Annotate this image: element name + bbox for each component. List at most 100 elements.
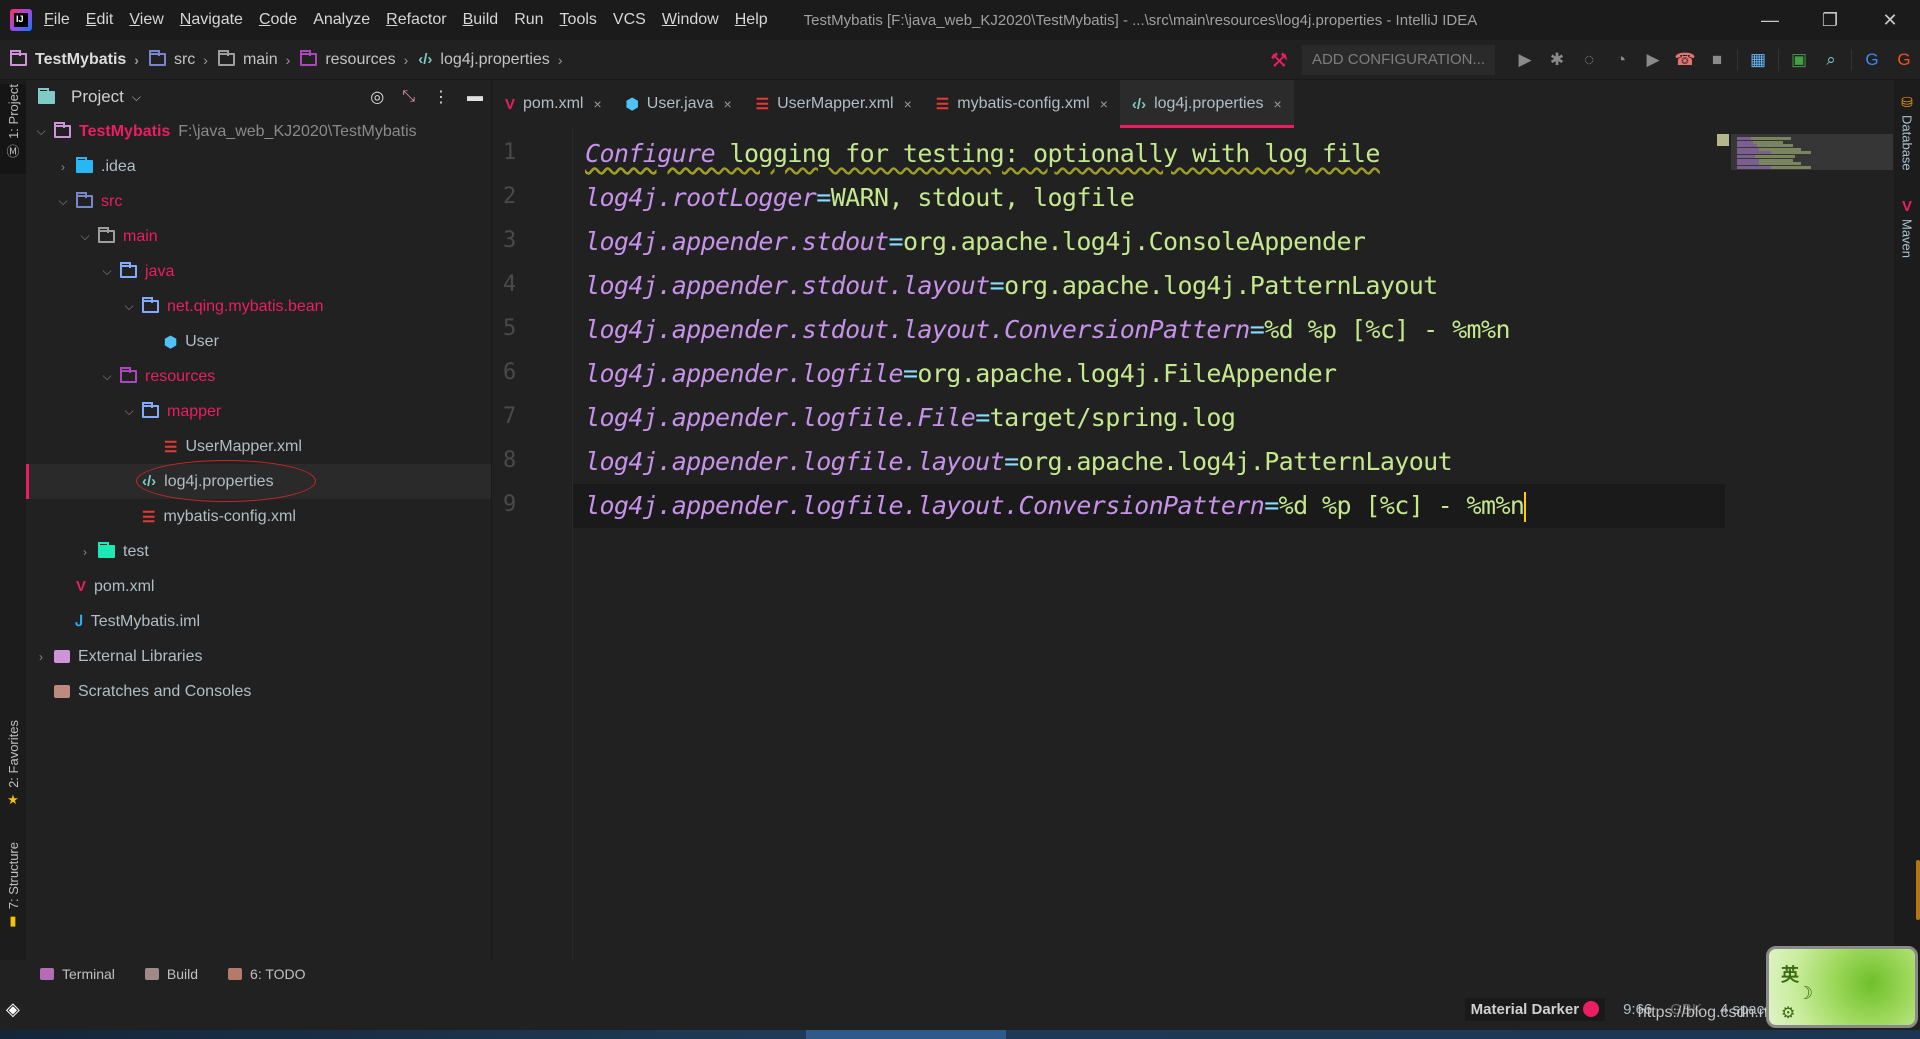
tree-item[interactable]: ›‹/›log4j.properties [26, 460, 491, 502]
close-tab-icon[interactable]: × [904, 96, 912, 112]
tree-item[interactable]: ⌵ java [26, 254, 491, 289]
menu-analyze[interactable]: Analyze [313, 11, 370, 29]
tool-button-build[interactable]: Build [144, 966, 198, 982]
code-line[interactable]: log4j.appender.logfile.layout=org.apache… [585, 440, 1453, 484]
tree-item[interactable]: ⌵ src [26, 184, 491, 219]
code-line[interactable]: log4j.appender.stdout=org.apache.log4j.C… [585, 220, 1366, 264]
terminal-icon[interactable]: ▣ [1783, 44, 1815, 76]
menu-view[interactable]: View [129, 11, 163, 29]
restore-button[interactable]: ❐ [1800, 0, 1860, 40]
coverage-icon[interactable]: ◌ [1573, 44, 1605, 76]
tree-item[interactable]: › External Libraries [26, 639, 491, 674]
chevron-down-icon[interactable]: ⌵ [56, 194, 70, 209]
chevron-down-icon[interactable]: ⌵ [132, 90, 141, 105]
taskbar-active-item[interactable] [806, 1030, 1006, 1039]
tool-button-terminal[interactable]: Terminal [40, 966, 115, 982]
chevron-right-icon[interactable]: › [56, 160, 70, 174]
tool-window-favorites[interactable]: 2: Favorites ★ [0, 720, 26, 820]
debug-icon[interactable]: ✱ [1541, 44, 1573, 76]
breadcrumb-item[interactable]: src › [148, 50, 208, 69]
chevron-down-icon[interactable]: ⌵ [100, 264, 114, 279]
tree-item[interactable]: ⌵ net.qing.mybatis.bean [26, 289, 491, 324]
menu-refactor[interactable]: Refactor [386, 11, 446, 29]
tree-item[interactable]: ›☰UserMapper.xml [26, 429, 491, 464]
tool-window-structure[interactable]: 7: Structure ▮ [0, 842, 26, 952]
search-icon[interactable]: ⌕ [1815, 44, 1847, 76]
ime-widget[interactable]: 英 ☽ ⚙ [1766, 946, 1918, 1028]
tool-button-6-todo[interactable]: 6: TODO [228, 966, 306, 982]
build-hammer-icon[interactable]: ⚒ [1270, 48, 1288, 73]
menu-vcs[interactable]: VCS [613, 11, 646, 29]
menu-run[interactable]: Run [514, 11, 543, 29]
more-options-icon[interactable]: ⋮ [433, 87, 449, 107]
menu-navigate[interactable]: Navigate [180, 11, 243, 29]
stop-icon[interactable]: ■ [1701, 44, 1733, 76]
tree-item[interactable]: ⌵ main [26, 219, 491, 254]
theme-badge[interactable]: Material Darker [1464, 997, 1606, 1021]
close-tab-icon[interactable]: × [1273, 96, 1281, 112]
scrollbar-thumb[interactable] [1916, 860, 1920, 920]
code-line[interactable]: log4j.appender.stdout.layout.ConversionP… [585, 308, 1510, 352]
close-tab-icon[interactable]: × [1100, 96, 1108, 112]
chevron-down-icon[interactable]: ⌵ [100, 369, 114, 384]
minimap[interactable] [1731, 134, 1893, 170]
tool-window-database[interactable]: ⛁ Database [1894, 94, 1920, 204]
chevron-right-icon[interactable]: › [78, 545, 92, 559]
tab-usermapper-xml[interactable]: ☰ UserMapper.xml × [744, 80, 924, 128]
tree-item[interactable]: ›⬢User [26, 324, 491, 359]
minimize-button[interactable]: — [1740, 0, 1800, 40]
menu-window[interactable]: Window [662, 11, 719, 29]
add-configuration-button[interactable]: ADD CONFIGURATION... [1301, 45, 1495, 75]
collapse-all-icon[interactable]: ⤡ [402, 88, 415, 106]
close-button[interactable]: ✕ [1860, 0, 1920, 40]
run-icon[interactable]: ▶ [1509, 44, 1541, 76]
code-line[interactable]: log4j.appender.stdout.layout=org.apache.… [585, 264, 1438, 308]
menu-tools[interactable]: Tools [560, 11, 597, 29]
run-alt-icon[interactable]: ▶ [1637, 44, 1669, 76]
layers-icon[interactable]: ◈ [6, 999, 20, 1020]
close-tab-icon[interactable]: × [593, 96, 601, 112]
chevron-down-icon[interactable]: ⌵ [122, 299, 136, 314]
gear-icon[interactable]: ⚙ [1781, 1003, 1795, 1023]
tab-log4j-properties[interactable]: ‹/› log4j.properties × [1119, 80, 1294, 128]
menu-file[interactable]: File [44, 11, 70, 29]
breadcrumb-item[interactable]: TestMybatis › [10, 50, 139, 69]
tree-item[interactable]: ⌵ TestMybatis F:\java_web_KJ2020\TestMybat… [26, 114, 491, 149]
code-line[interactable]: log4j.rootLogger=WARN, stdout, logfile [585, 176, 1135, 220]
translate-icon[interactable]: G [1856, 44, 1888, 76]
breadcrumb-item[interactable]: main › [217, 50, 290, 69]
hide-panel-icon[interactable]: ▬ [467, 88, 483, 106]
tree-item[interactable]: ›ᎫTestMybatis.iml [26, 604, 491, 639]
tree-item[interactable]: ⌵ mapper [26, 394, 491, 429]
close-tab-icon[interactable]: × [723, 96, 731, 112]
tree-item[interactable]: › .idea [26, 149, 491, 184]
tree-item[interactable]: ›Vpom.xml [26, 569, 491, 604]
profiler-icon[interactable]: ◔ [1605, 44, 1637, 76]
chevron-down-icon[interactable]: ⌵ [34, 124, 48, 139]
code-line[interactable]: log4j.appender.logfile.File=target/sprin… [585, 396, 1236, 440]
tree-item[interactable]: ⌵ resources [26, 359, 491, 394]
tab-mybatis-config-xml[interactable]: ☰ mybatis-config.xml × [924, 80, 1120, 128]
code-line[interactable]: log4j.appender.logfile.layout.Conversion… [573, 484, 1725, 528]
project-view-selector[interactable]: Project [71, 87, 124, 107]
menu-help[interactable]: Help [735, 11, 768, 29]
tool-window-project[interactable]: 1: Project Ⓜ [0, 84, 26, 174]
menu-code[interactable]: Code [259, 11, 297, 29]
chevron-down-icon[interactable]: ⌵ [122, 404, 136, 419]
translate-alt-icon[interactable]: G [1888, 44, 1920, 76]
code-line[interactable]: Configure logging for testing: optionall… [585, 132, 1380, 176]
code-line[interactable]: log4j.appender.logfile=org.apache.log4j.… [585, 352, 1337, 396]
breadcrumb-item[interactable]: ‹/› log4j.properties › [418, 51, 562, 69]
tree-item[interactable]: ›Scratches and Consoles [26, 674, 491, 709]
breadcrumb-item[interactable]: resources › [300, 50, 408, 69]
tree-item[interactable]: ›☰mybatis-config.xml [26, 499, 491, 534]
menu-edit[interactable]: Edit [86, 11, 114, 29]
tab-user-java[interactable]: ⬢ User.java × [614, 80, 744, 128]
code-editor[interactable]: 1 2 3 4 5 6 7 8 9 Configure logging for testing:… [493, 128, 1873, 960]
menu-build[interactable]: Build [463, 11, 499, 29]
chevron-down-icon[interactable]: ⌵ [78, 229, 92, 244]
attach-icon[interactable]: ☎ [1669, 44, 1701, 76]
tab-pom-xml[interactable]: Vpom.xml × [493, 80, 614, 128]
project-structure-icon[interactable]: ▦ [1742, 44, 1774, 76]
chevron-right-icon[interactable]: › [34, 650, 48, 664]
